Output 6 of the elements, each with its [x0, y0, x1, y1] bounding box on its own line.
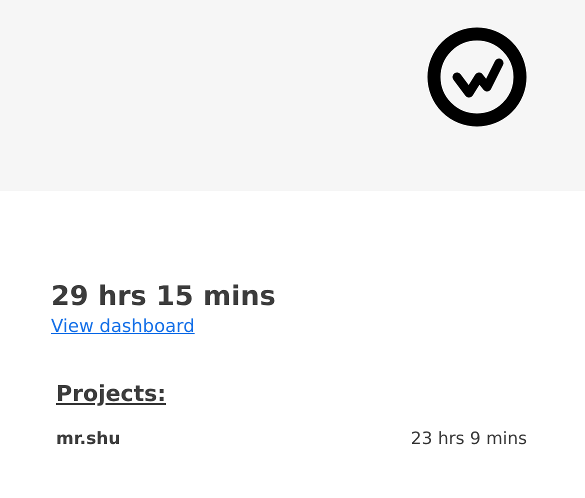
projects-heading: Projects: [56, 382, 166, 408]
logo-icon [427, 27, 527, 127]
project-time: 23 hrs 9 mins [410, 428, 527, 452]
total-time: 29 hrs 15 mins [51, 281, 277, 314]
project-name: mr.shu [56, 428, 120, 452]
view-dashboard-link[interactable]: View dashboard [51, 313, 195, 340]
